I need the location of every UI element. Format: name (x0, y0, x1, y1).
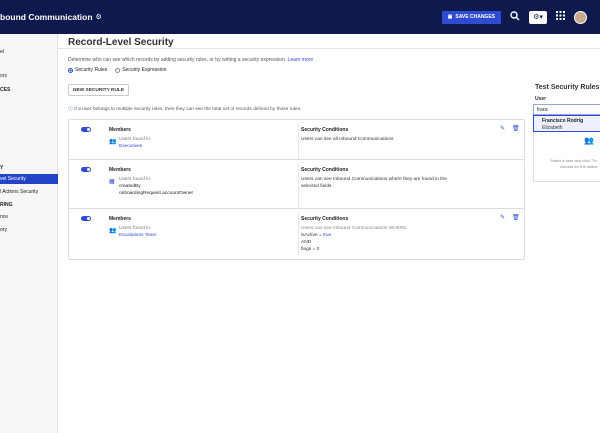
description-text: Determine who can see which records by a… (68, 57, 287, 63)
sidebar-section-heading: RING (0, 202, 13, 208)
user-picker-input[interactable]: franc (533, 104, 600, 115)
main-content: Record-Level Security Determine who can … (58, 34, 600, 433)
suggestion-subtext: Elizabeth (542, 125, 563, 131)
rule-enabled-toggle[interactable] (81, 167, 91, 172)
learn-more-link[interactable]: Learn more (288, 57, 314, 63)
edit-icon[interactable]: ✎ (500, 214, 505, 221)
divider (58, 48, 600, 49)
users-placeholder-icon: 👥 (584, 136, 594, 145)
search-icon[interactable] (510, 10, 520, 24)
save-icon: ▣ (447, 14, 453, 20)
security-expression-radio[interactable]: Security Expression (115, 67, 166, 73)
condition-clause: isActive = true (301, 233, 331, 238)
sidebar-item[interactable]: el (0, 49, 4, 55)
column-divider (298, 213, 299, 255)
edit-icon[interactable]: ✎ (500, 125, 505, 132)
members-field: onboardingRequest.accountOwner (119, 191, 194, 196)
new-security-rule-button[interactable]: NEW SECURITY RULE (68, 84, 130, 96)
sidebar-item[interactable]: nce (0, 214, 8, 220)
condition-text: Users can see Inbound Communications whe… (301, 177, 447, 182)
sidebar-item-record-level-security[interactable]: vel Security (0, 174, 58, 184)
sidebar-item[interactable]: ory (0, 227, 7, 233)
condition-clause: flags = 0 (301, 247, 319, 252)
security-rules-radio[interactable]: Security Rules (68, 67, 107, 73)
test-results-box: 👥 Select a user and click "Te records fo… (533, 132, 600, 182)
security-rule-card: Members Security Conditions ✎ 🗑 Users fo… (68, 208, 525, 260)
app-grid-icon[interactable] (556, 11, 565, 23)
gear-icon: ⚙▾ (533, 14, 543, 21)
info-icon: ⓘ (68, 107, 73, 112)
info-message: ⓘ If a user belongs to multiple security… (68, 105, 301, 112)
conditions-header: Security Conditions (301, 216, 349, 222)
calendar-field-icon: ▦ (109, 179, 115, 185)
info-text: If a user belongs to multiple security r… (74, 107, 302, 112)
test-security-rules-panel: Test Security Rules User franc Francisco… (533, 84, 600, 214)
condition-text: Users can see Inbound Communications WHE… (301, 226, 407, 231)
sidebar-section-heading: CES (0, 87, 11, 93)
page-description: Determine who can see which records by a… (68, 57, 313, 63)
mode-radio-group: Security Rules Security Expression (68, 67, 166, 73)
delete-icon[interactable]: 🗑 (512, 214, 520, 221)
sidebar-section-heading: Y (0, 165, 4, 171)
sidebar-item-label: vel Security (0, 176, 26, 182)
hint-line: records for the select (560, 163, 598, 169)
sidebar-item[interactable]: ors (0, 73, 7, 79)
members-prefix: Users found in: (119, 226, 152, 231)
condition-operator: AND (301, 240, 312, 245)
condition-value: true (323, 233, 332, 238)
settings-link-icon[interactable]: ⚙ (96, 13, 102, 21)
top-bar: bound Communication ⚙ ▣ SAVE CHANGES ⚙▾ (0, 0, 600, 34)
condition-value: 0 (316, 247, 320, 252)
settings-menu-button[interactable]: ⚙▾ (529, 10, 547, 24)
members-group-link[interactable]: Executives (119, 144, 142, 149)
radio-label: Security Rules (75, 67, 108, 73)
user-field-label: User (535, 96, 547, 102)
hint-line: Select a user and click "Te (550, 158, 597, 163)
condition-field: flags (301, 247, 312, 252)
user-suggestion-item[interactable]: Francisco Rodrig Elizabeth (533, 115, 600, 132)
test-hint: Select a user and click "Te records for … (550, 158, 597, 169)
condition-text: Users can see all Inbound Communications (301, 137, 394, 142)
save-changes-button[interactable]: ▣ SAVE CHANGES (441, 10, 501, 24)
members-header: Members (109, 216, 131, 222)
test-panel-title: Test Security Rules (535, 84, 600, 91)
members-prefix: Users found in: (119, 177, 152, 182)
rule-enabled-toggle[interactable] (81, 127, 91, 132)
sidebar-item-actions-security[interactable]: l Actions Security (0, 189, 38, 195)
condition-field: isActive (301, 233, 318, 238)
members-header: Members (109, 167, 131, 173)
radio-selected-icon (68, 67, 73, 73)
members-header: Members (109, 127, 131, 133)
sidebar: el ors CES Y vel Security l Actions Secu… (0, 34, 58, 433)
page-title: Record-Level Security (68, 37, 174, 48)
suggestion-name: Francisco Rodrig (542, 118, 584, 124)
app-title: bound Communication (0, 12, 93, 22)
rule-enabled-toggle[interactable] (81, 216, 91, 221)
members-group-link[interactable]: Escalations Team (119, 233, 157, 238)
group-icon: 👥 (109, 139, 117, 145)
conditions-header: Security Conditions (301, 167, 349, 173)
topbar-actions: ▣ SAVE CHANGES ⚙▾ (441, 0, 600, 34)
condition-text: selected fields (301, 184, 332, 189)
radio-unselected-icon (115, 67, 121, 73)
user-avatar[interactable] (574, 10, 587, 24)
save-changes-label: SAVE CHANGES (455, 14, 495, 20)
radio-label: Security Expression (122, 67, 167, 73)
group-icon: 👥 (109, 228, 117, 234)
delete-icon[interactable]: 🗑 (512, 125, 520, 132)
members-prefix: Users found in: (119, 137, 152, 142)
conditions-header: Security Conditions (301, 127, 349, 133)
members-field: createdBy (119, 184, 141, 189)
